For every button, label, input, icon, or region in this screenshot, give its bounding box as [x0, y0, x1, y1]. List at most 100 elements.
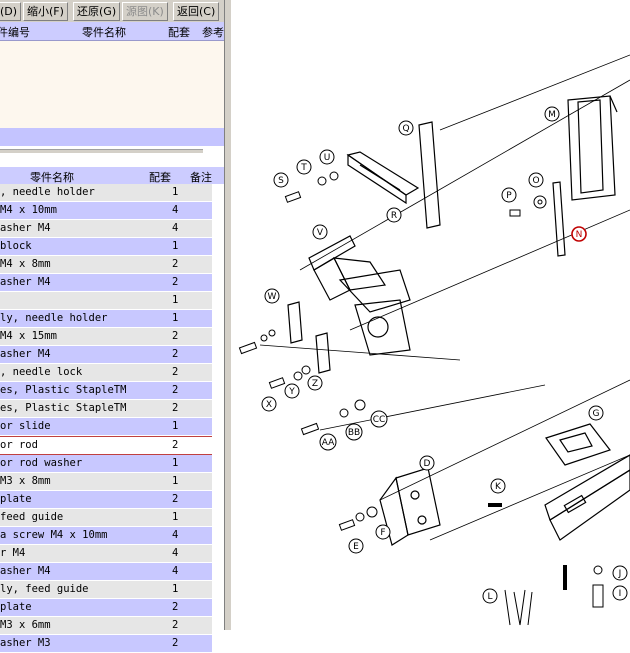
- quantity-cell: 1: [172, 186, 179, 198]
- callout-text: Y: [288, 387, 295, 397]
- shrink-button[interactable]: 缩小(F): [23, 2, 68, 21]
- part-row[interactable]: plate 2: [0, 599, 212, 617]
- quantity-cell: 1: [172, 457, 179, 469]
- part-row[interactable]: es, Plastic StapleTM 2: [0, 400, 212, 418]
- callout-f[interactable]: F: [375, 524, 391, 540]
- source-image-button[interactable]: 源图(K): [122, 2, 168, 21]
- callout-p[interactable]: P: [501, 187, 517, 203]
- callout-text: BB: [348, 428, 360, 438]
- part-row[interactable]: or rod 2: [0, 436, 212, 455]
- callout-x[interactable]: X: [261, 396, 277, 412]
- part-name-cell: es, Plastic StapleTM: [0, 384, 127, 396]
- quantity-cell: 4: [172, 565, 179, 577]
- quantity-cell: 2: [172, 619, 179, 631]
- part-row[interactable]: M4 x 8mm 2: [0, 256, 212, 274]
- part-n: [552, 181, 566, 257]
- callout-r[interactable]: R: [386, 207, 402, 223]
- column-reference[interactable]: 参考: [202, 24, 224, 40]
- callout-g[interactable]: G: [588, 405, 604, 421]
- quantity-cell: 2: [172, 439, 179, 451]
- part-row[interactable]: r M4 4: [0, 545, 212, 563]
- toolbar: (D) 缩小(F) 还原(G) 源图(K) 返回(C): [0, 0, 232, 23]
- toolbar-button-d[interactable]: (D): [0, 2, 22, 21]
- part-row[interactable]: asher M3 2: [0, 635, 212, 653]
- selected-assembly-row[interactable]: [0, 128, 224, 146]
- vertical-scrollbar[interactable]: [212, 184, 224, 630]
- callout-s[interactable]: S: [273, 172, 289, 188]
- parts-list: , needle holder 1 M4 x 10mm 4 asher M4 4 bloc…: [0, 184, 212, 653]
- callout-bb[interactable]: BB: [345, 423, 363, 441]
- part-name-cell: ly, needle holder: [0, 312, 108, 324]
- callout-z[interactable]: Z: [307, 375, 323, 391]
- quantity-cell: 2: [172, 402, 179, 414]
- part-name-cell: asher M4: [0, 348, 51, 360]
- quantity-cell: 2: [172, 276, 179, 288]
- quantity-cell: 2: [172, 366, 179, 378]
- callout-n[interactable]: N: [571, 226, 587, 242]
- part-row[interactable]: ly, feed guide 1: [0, 581, 212, 599]
- callout-j[interactable]: J: [612, 565, 628, 581]
- column-part-name[interactable]: 零件名称: [30, 169, 74, 184]
- part-name-cell: or slide: [0, 420, 51, 432]
- back-button[interactable]: 返回(C): [173, 2, 220, 21]
- part-name-cell: M4 x 15mm: [0, 330, 57, 342]
- part-row[interactable]: or rod washer 1: [0, 455, 212, 473]
- restore-button[interactable]: 还原(G): [73, 2, 121, 21]
- quantity-cell: 1: [172, 294, 179, 306]
- callout-e[interactable]: E: [348, 538, 364, 554]
- column-part-number[interactable]: 件编号: [0, 24, 30, 40]
- callout-o[interactable]: O: [528, 172, 544, 188]
- column-quantity[interactable]: 配套: [149, 169, 171, 184]
- callout-k[interactable]: K: [490, 478, 506, 494]
- quantity-cell: 1: [172, 312, 179, 324]
- part-row[interactable]: es, Plastic StapleTM 2: [0, 382, 212, 400]
- callout-i[interactable]: I: [612, 585, 628, 601]
- callout-l[interactable]: L: [482, 588, 498, 604]
- part-row[interactable]: M3 x 8mm 1: [0, 473, 212, 491]
- part-name-cell: , needle lock: [0, 366, 83, 378]
- callout-cc[interactable]: CC: [370, 410, 388, 428]
- part-row[interactable]: or slide 1: [0, 418, 212, 436]
- part-row[interactable]: block 1: [0, 238, 212, 256]
- column-quantity[interactable]: 配套: [168, 24, 190, 40]
- part-row[interactable]: feed guide 1: [0, 509, 212, 527]
- parts-grid-header: 零件名称 配套 备注: [0, 167, 224, 185]
- callout-aa[interactable]: AA: [319, 433, 337, 451]
- part-name-cell: block: [0, 240, 32, 252]
- part-row[interactable]: a screw M4 x 10mm 4: [0, 527, 212, 545]
- part-row[interactable]: asher M4 4: [0, 220, 212, 238]
- callout-w[interactable]: W: [264, 288, 280, 304]
- callout-text: G: [593, 409, 600, 419]
- callout-u[interactable]: U: [319, 149, 335, 165]
- part-row[interactable]: M3 x 6mm 2: [0, 617, 212, 635]
- part-row[interactable]: , needle holder 1: [0, 184, 212, 202]
- callout-m[interactable]: M: [544, 106, 560, 122]
- part-row[interactable]: M4 x 10mm 4: [0, 202, 212, 220]
- part-row[interactable]: 1: [0, 292, 212, 310]
- callout-text: W: [268, 292, 277, 302]
- callout-d[interactable]: D: [419, 455, 435, 471]
- part-q: [418, 121, 441, 229]
- part-row[interactable]: ly, needle holder 1: [0, 310, 212, 328]
- callout-y[interactable]: Y: [284, 383, 300, 399]
- part-row[interactable]: asher M4 4: [0, 563, 212, 581]
- exploded-diagram[interactable]: M Q T U S R P O N V W X Y Z AA BB CC G D K E F L J I: [231, 0, 630, 630]
- part-name-cell: or rod washer: [0, 457, 83, 469]
- callout-text: I: [619, 589, 622, 599]
- part-row[interactable]: , needle lock 2: [0, 364, 212, 382]
- part-row[interactable]: asher M4 2: [0, 346, 212, 364]
- assembly-grid[interactable]: 件编号 零件名称 配套 参考: [0, 22, 224, 128]
- grid-gap: [0, 153, 224, 167]
- part-row[interactable]: asher M4 2: [0, 274, 212, 292]
- part-name-cell: asher M4: [0, 222, 51, 234]
- callout-q[interactable]: Q: [398, 120, 414, 136]
- part-name-cell: M4 x 10mm: [0, 204, 57, 216]
- callout-v[interactable]: V: [312, 224, 328, 240]
- part-row[interactable]: plate 2: [0, 491, 212, 509]
- fasteners: [238, 171, 604, 626]
- quantity-cell: 4: [172, 547, 179, 559]
- column-remark[interactable]: 备注: [190, 169, 212, 184]
- part-row[interactable]: M4 x 15mm 2: [0, 328, 212, 346]
- column-part-name[interactable]: 零件名称: [82, 24, 126, 40]
- callout-t[interactable]: T: [296, 159, 312, 175]
